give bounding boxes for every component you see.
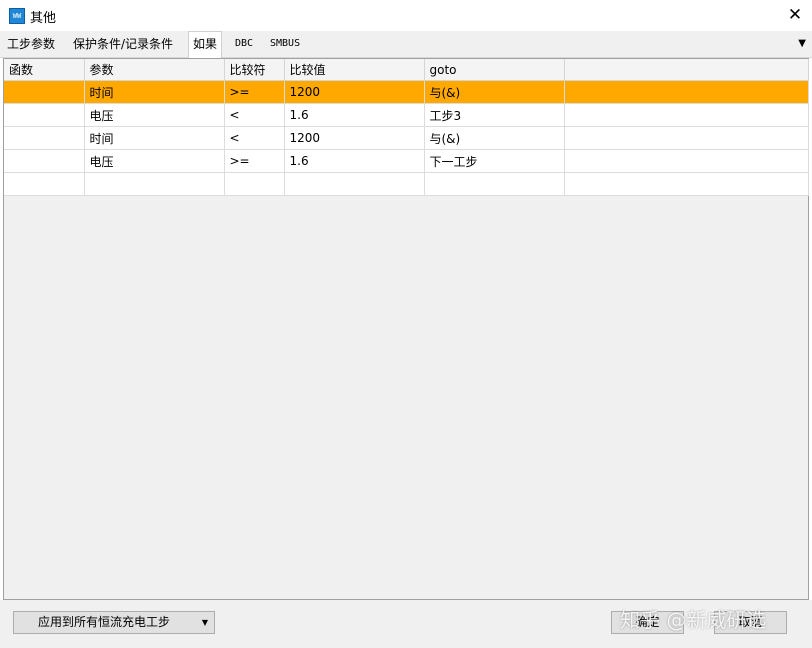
cell-param[interactable]: 时间 bbox=[84, 80, 225, 104]
cell-operator[interactable]: < bbox=[224, 126, 285, 150]
cell-param[interactable]: 电压 bbox=[84, 149, 225, 173]
cell-operator[interactable]: < bbox=[224, 103, 285, 127]
condition-table: 函数 参数 比较符 比较值 goto 时间 >= 1200 与(&) 电压 < bbox=[4, 59, 809, 196]
cell-filler bbox=[564, 103, 809, 127]
table-row[interactable]: 时间 >= 1200 与(&) bbox=[4, 80, 809, 104]
cell-filler bbox=[564, 80, 809, 104]
cell-param[interactable]: 时间 bbox=[84, 126, 225, 150]
cell-function[interactable] bbox=[4, 172, 85, 196]
tab-protection-record[interactable]: 保护条件/记录条件 bbox=[73, 31, 173, 57]
tab-dbc[interactable]: DBC bbox=[235, 31, 253, 57]
column-header-function[interactable]: 函数 bbox=[4, 59, 85, 81]
table-row-empty[interactable] bbox=[4, 172, 809, 196]
cell-value[interactable]: 1.6 bbox=[284, 103, 425, 127]
tab-if[interactable]: 如果 bbox=[188, 31, 223, 58]
close-icon[interactable]: ✕ bbox=[778, 0, 812, 31]
tab-list-dropdown-icon[interactable]: ▼ bbox=[798, 31, 806, 57]
cell-value[interactable]: 1200 bbox=[284, 126, 425, 150]
column-header-filler bbox=[564, 59, 809, 81]
cell-filler bbox=[564, 126, 809, 150]
cell-function[interactable] bbox=[4, 103, 85, 127]
apply-to-all-cc-charge-steps-button[interactable]: 应用到所有恒流充电工步 ▼ bbox=[13, 611, 215, 634]
cell-goto[interactable]: 与(&) bbox=[424, 80, 565, 104]
tab-smbus[interactable]: SMBUS bbox=[270, 31, 300, 57]
cell-filler bbox=[564, 149, 809, 173]
cell-operator[interactable] bbox=[224, 172, 285, 196]
tab-step-params[interactable]: 工步参数 bbox=[7, 31, 55, 57]
cell-goto[interactable]: 与(&) bbox=[424, 126, 565, 150]
cell-filler bbox=[564, 172, 809, 196]
table-row[interactable]: 电压 < 1.6 工步3 bbox=[4, 103, 809, 127]
cell-function[interactable] bbox=[4, 149, 85, 173]
cancel-button[interactable]: 取消 bbox=[714, 611, 787, 634]
cell-operator[interactable]: >= bbox=[224, 149, 285, 173]
table-row[interactable]: 电压 >= 1.6 下一工步 bbox=[4, 149, 809, 173]
cell-goto[interactable]: 下一工步 bbox=[424, 149, 565, 173]
column-header-goto[interactable]: goto bbox=[424, 59, 565, 81]
ok-button[interactable]: 确定 bbox=[611, 611, 684, 634]
title-bar: WW 其他 ✕ bbox=[0, 0, 812, 31]
button-bar: 应用到所有恒流充电工步 ▼ 确定 取消 知乎 @新威研选 bbox=[0, 600, 812, 648]
column-header-param[interactable]: 参数 bbox=[84, 59, 225, 81]
column-header-operator[interactable]: 比较符 bbox=[224, 59, 285, 81]
dropdown-caret-icon: ▼ bbox=[201, 618, 208, 627]
cell-value[interactable]: 1.6 bbox=[284, 149, 425, 173]
cell-goto[interactable]: 工步3 bbox=[424, 103, 565, 127]
table-header-row: 函数 参数 比较符 比较值 goto bbox=[4, 59, 809, 81]
app-icon: WW bbox=[9, 8, 25, 24]
window-title: 其他 bbox=[30, 11, 57, 26]
cell-param[interactable] bbox=[84, 172, 225, 196]
cell-goto[interactable] bbox=[424, 172, 565, 196]
apply-button-label: 应用到所有恒流充电工步 bbox=[38, 615, 171, 629]
column-header-value[interactable]: 比较值 bbox=[284, 59, 425, 81]
cell-value[interactable] bbox=[284, 172, 425, 196]
cell-function[interactable] bbox=[4, 126, 85, 150]
table-row[interactable]: 时间 < 1200 与(&) bbox=[4, 126, 809, 150]
cell-operator[interactable]: >= bbox=[224, 80, 285, 104]
cell-function[interactable] bbox=[4, 80, 85, 104]
condition-table-panel: 函数 参数 比较符 比较值 goto 时间 >= 1200 与(&) 电压 < bbox=[3, 58, 809, 600]
tab-bar: 工步参数 保护条件/记录条件 如果 DBC SMBUS bbox=[0, 31, 812, 58]
cell-value[interactable]: 1200 bbox=[284, 80, 425, 104]
cell-param[interactable]: 电压 bbox=[84, 103, 225, 127]
